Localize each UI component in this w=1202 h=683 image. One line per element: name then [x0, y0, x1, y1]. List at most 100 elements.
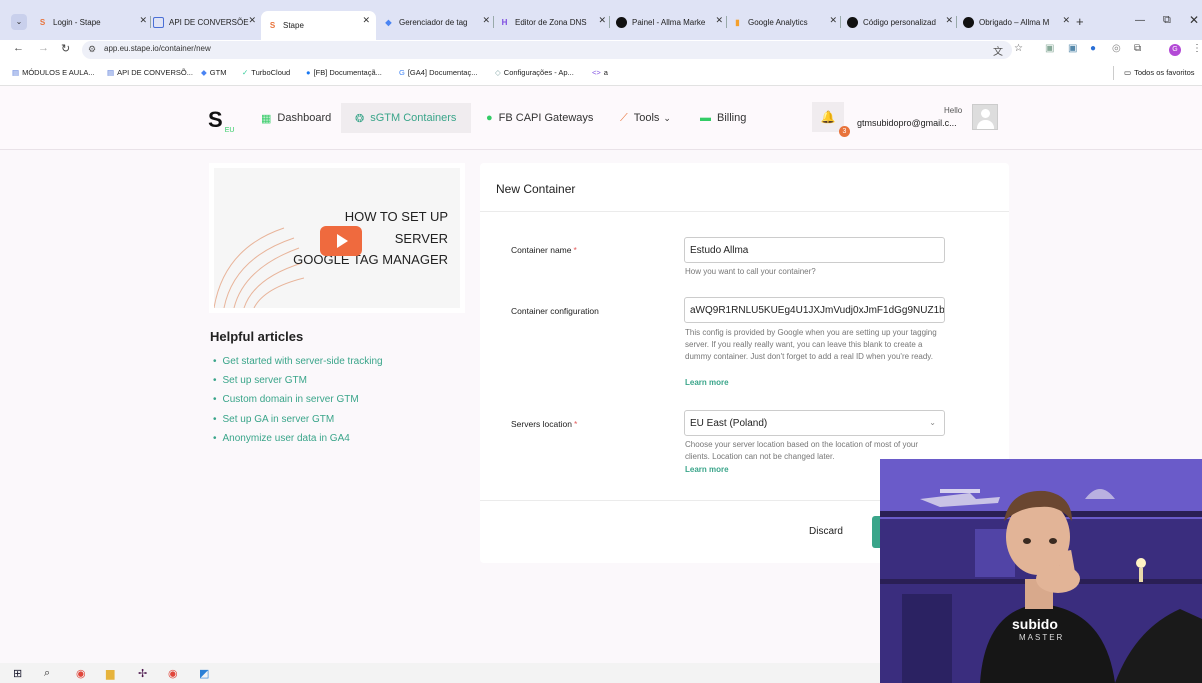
gtm-icon: ◆	[385, 17, 392, 27]
bookmark-item[interactable]: ◇ Configurações - Ap...	[495, 68, 574, 77]
close-icon[interactable]: ✕	[1062, 15, 1070, 26]
star-icon[interactable]: ☆	[1014, 43, 1023, 54]
article-link[interactable]: Custom domain in server GTM	[213, 394, 359, 405]
slack-icon[interactable]: ✢	[138, 667, 147, 680]
tab-stape-active[interactable]: S Stape ✕	[261, 11, 376, 40]
windows-start-icon[interactable]: ⊞	[13, 667, 22, 680]
minimize-button[interactable]: —	[1135, 15, 1145, 26]
close-icon[interactable]: ✕	[945, 15, 953, 26]
reload-icon[interactable]: ↻	[61, 42, 70, 55]
close-icon[interactable]: ✕	[715, 15, 723, 26]
tab-google-analytics[interactable]: ▮ Google Analytics ✕	[732, 11, 837, 33]
nav-fb-capi-gateways[interactable]: ● FB CAPI Gateways	[486, 103, 593, 133]
article-link[interactable]: Set up server GTM	[213, 375, 307, 386]
play-button[interactable]	[320, 226, 362, 256]
greeting: Hello	[944, 106, 963, 115]
bookmark-item[interactable]: ▤ MÓDULOS E AULA...	[12, 68, 95, 77]
container-name-help: How you want to call your container?	[685, 267, 816, 276]
close-icon[interactable]: ✕	[362, 15, 370, 26]
tab-search-button[interactable]: ⌄	[11, 14, 27, 30]
article-link[interactable]: Anonymize user data in GA4	[213, 433, 350, 444]
meta-icon: ◇	[495, 68, 501, 77]
container-config-input[interactable]: aWQ9R1RNLU5KUEg4U1JXJmVudj0xJmF1dGg9NUZ1…	[684, 297, 945, 323]
video-thumbnail[interactable]: HOW TO SET UP SERVER GOOGLE TAG MANAGER	[214, 168, 460, 308]
dashboard-icon: ▦	[261, 112, 272, 125]
tab-api-conversoes[interactable]: API DE CONVERSÕE ✕	[153, 11, 256, 33]
wrench-icon: ⟋	[620, 111, 628, 124]
tab-obrigado-allma[interactable]: Obrigado – Allma M ✕	[963, 11, 1070, 33]
bookmark-item[interactable]: G [GA4] Documentaç...	[399, 68, 477, 77]
container-name-label: Container name *	[511, 245, 577, 255]
close-icon[interactable]: ✕	[139, 15, 147, 26]
shirt-logo: subido	[1012, 616, 1058, 632]
close-window-button[interactable]: ✕	[1189, 13, 1199, 27]
video-card[interactable]: HOW TO SET UP SERVER GOOGLE TAG MANAGER	[209, 163, 465, 313]
servers-location-label: Servers location *	[511, 419, 578, 429]
site-settings-icon[interactable]: ⚙	[88, 44, 96, 55]
screen: ⌄ S Login - Stape ✕ API DE CONVERSÕE ✕ S…	[0, 0, 1202, 683]
servers-location-select[interactable]: EU East (Poland) ⌄	[684, 410, 945, 436]
nav-tools[interactable]: ⟋ Tools ⌄	[620, 103, 671, 133]
chrome-icon[interactable]: ◉	[76, 667, 86, 680]
puzzle-icon[interactable]: ⧉	[1134, 43, 1141, 54]
bookmark-item[interactable]: <> a	[592, 68, 608, 77]
extension-icon[interactable]: ▣	[1068, 43, 1077, 54]
search-icon[interactable]: ⌕	[44, 667, 50, 680]
tab-gerenciador-tags[interactable]: ◆ Gerenciador de tag ✕	[383, 11, 490, 33]
chrome-icon[interactable]: ◉	[168, 667, 178, 680]
nav-billing[interactable]: ▬ Billing	[700, 103, 746, 133]
doc-icon: ▤	[107, 68, 115, 77]
profile-avatar[interactable]: G	[1169, 44, 1181, 56]
new-tab-button[interactable]: +	[1076, 14, 1084, 29]
shirt-subtext: MASTER	[1019, 633, 1065, 642]
bookmark-item[interactable]: ◆ GTM	[201, 68, 226, 77]
learn-more-link[interactable]: Learn more	[685, 465, 729, 474]
video-title-line1: HOW TO SET UP	[344, 209, 448, 224]
url-text[interactable]: app.eu.stape.io/container/new	[104, 44, 211, 53]
close-icon[interactable]: ✕	[829, 15, 837, 26]
all-bookmarks[interactable]: ▭ Todos os favoritos	[1124, 68, 1195, 77]
container-config-label: Container configuration	[511, 306, 599, 316]
extension-icon[interactable]: ▣	[1045, 43, 1054, 54]
stape-icon: S	[39, 17, 46, 27]
app-icon[interactable]: ◩	[199, 667, 209, 680]
bookmark-item[interactable]: ● [FB] Documentaçã...	[306, 68, 382, 77]
close-icon[interactable]: ✕	[482, 15, 490, 26]
stape-logo[interactable]: S EU	[208, 107, 234, 134]
tab-editor-dns[interactable]: H Editor de Zona DNS ✕	[499, 11, 606, 33]
back-icon[interactable]: ←	[13, 42, 24, 54]
bookmark-item[interactable]: ▤ API DE CONVERSÕ...	[107, 68, 193, 77]
user-email[interactable]: gtmsubidopro@gmail.c...	[857, 118, 957, 128]
close-icon[interactable]: ✕	[248, 15, 256, 26]
analytics-icon: ▮	[735, 17, 740, 27]
windows-taskbar: ⊞ ⌕ ◉ ▆ ✢ ◉ ◩	[0, 663, 880, 683]
bookmark-item[interactable]: ✓ TurboCloud	[242, 68, 290, 77]
learn-more-link[interactable]: Learn more	[685, 378, 729, 387]
stape-icon: S	[269, 21, 276, 30]
nav-sgtm-containers[interactable]: ❂ sGTM Containers	[341, 103, 471, 133]
nav-dashboard[interactable]: ▦ Dashboard	[261, 103, 331, 133]
forward-icon[interactable]: →	[38, 42, 49, 54]
article-link[interactable]: Set up GA in server GTM	[213, 414, 335, 425]
tab-codigo-personalizado[interactable]: Código personalizad ✕	[847, 11, 953, 33]
container-name-input[interactable]: Estudo Allma	[684, 237, 945, 263]
extension-icon[interactable]: ●	[1090, 43, 1096, 54]
file-explorer-icon[interactable]: ▆	[106, 667, 114, 680]
blackbird-icon	[847, 16, 858, 28]
article-link[interactable]: Get started with server-side tracking	[213, 356, 383, 367]
discard-button[interactable]: Discard	[809, 526, 843, 537]
tab-painel-allma[interactable]: Painel - Allma Marke ✕	[616, 11, 723, 33]
extension-icon[interactable]: ◎	[1112, 43, 1121, 54]
url-field[interactable]: ⚙	[82, 41, 1012, 59]
bookmarks-bar: ▤ MÓDULOS E AULA... ▤ API DE CONVERSÕ... ◆…	[0, 60, 1202, 86]
translate-icon[interactable]: 文	[993, 43, 1003, 58]
close-icon[interactable]: ✕	[598, 15, 606, 26]
restore-button[interactable]: ⧉	[1163, 14, 1171, 27]
google-icon: G	[399, 68, 405, 77]
chevron-down-icon: ⌄	[663, 112, 671, 123]
menu-kebab-icon[interactable]: ⋮	[1192, 43, 1202, 54]
user-avatar[interactable]	[972, 104, 998, 130]
decorative-lines	[214, 227, 304, 308]
tab-login-stape[interactable]: S Login - Stape ✕	[37, 11, 147, 33]
turbocloud-icon: ✓	[242, 68, 249, 77]
